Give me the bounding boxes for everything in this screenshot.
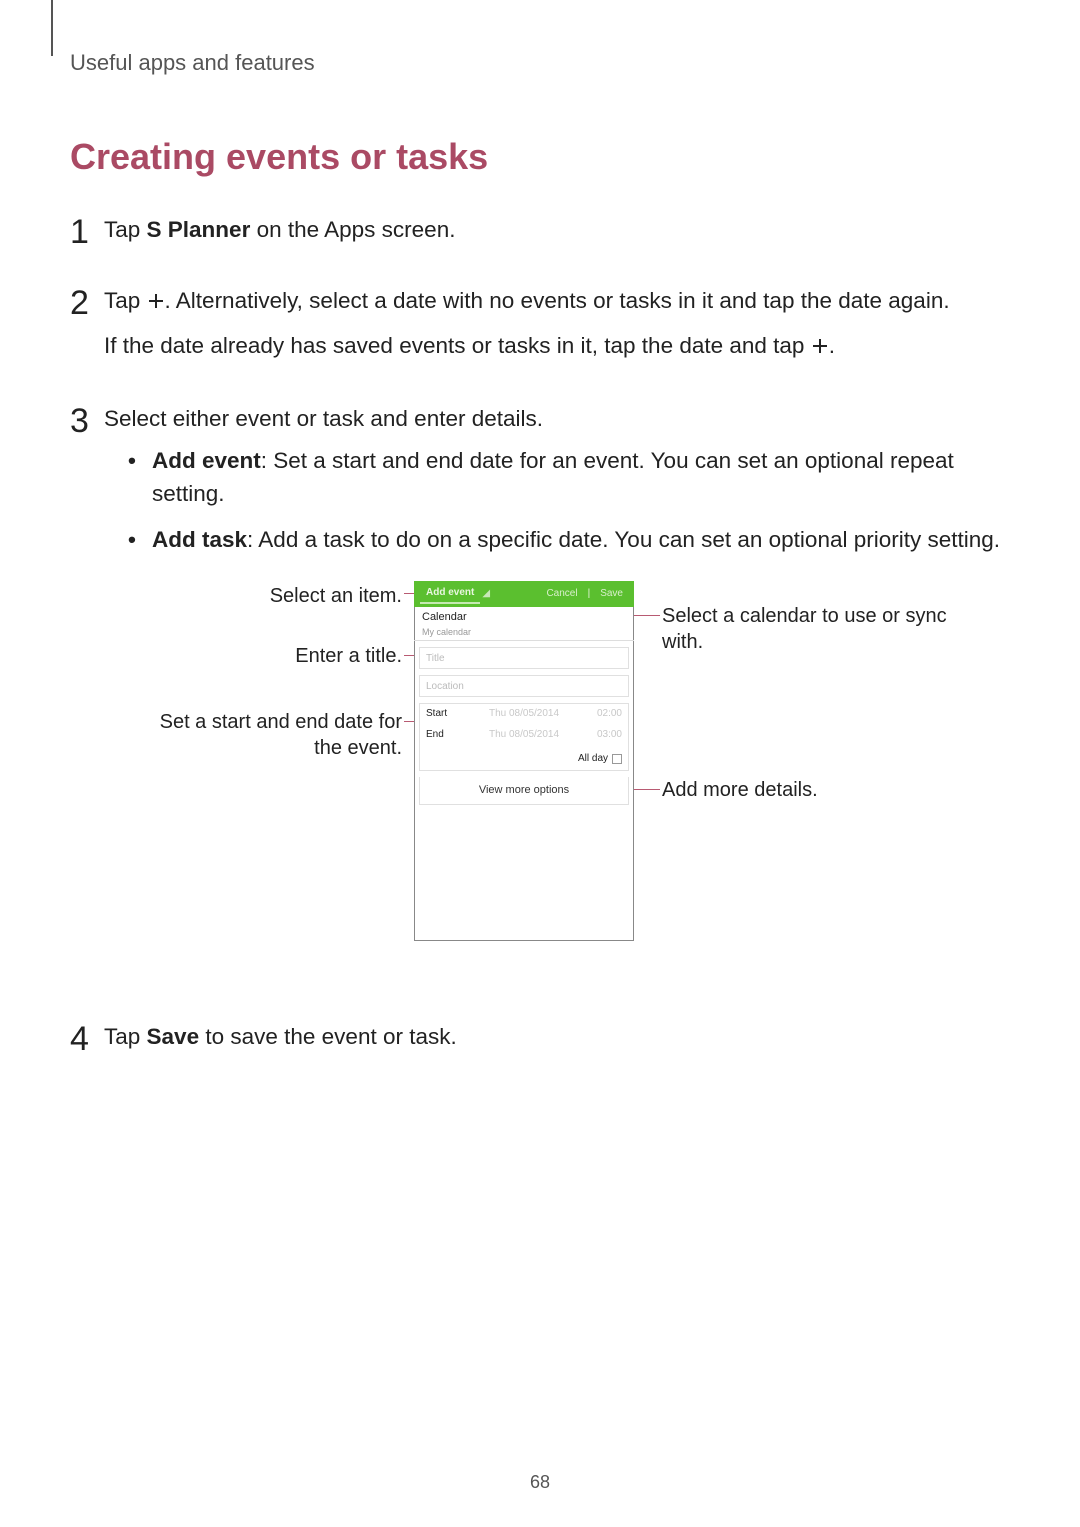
start-date: Thu 08/05/2014	[466, 707, 582, 722]
save-button[interactable]: Save	[595, 587, 628, 602]
allday-toggle[interactable]: All day	[578, 752, 622, 767]
breadcrumb: Useful apps and features	[70, 50, 1010, 76]
step-2-p2: If the date already has saved events or …	[104, 330, 1010, 365]
calendar-picker[interactable]: Calendar My calendar	[414, 607, 634, 641]
page: Useful apps and features Creating events…	[0, 0, 1080, 1527]
step-2: 2 Tap . Alternatively, select a date wit…	[70, 285, 1010, 374]
cancel-button[interactable]: Cancel	[541, 587, 582, 602]
tab-add-event[interactable]: Add event	[420, 584, 480, 605]
callout-select-item: Select an item.	[132, 583, 402, 609]
step-4: 4 Tap Save to save the event or task.	[70, 1021, 1010, 1064]
callout-set-dates: Set a start and end date for the event.	[132, 709, 402, 761]
callout-select-calendar: Select a calendar to use or sync with.	[662, 603, 972, 655]
checkbox-icon	[612, 754, 622, 764]
step-4-text: Tap Save to save the event or task.	[104, 1021, 1010, 1054]
step-number: 2	[70, 279, 104, 374]
step-1: 1 Tap S Planner on the Apps screen.	[70, 214, 1010, 257]
text: .	[829, 333, 835, 358]
bullet-text: : Add a task to do on a specific date. Y…	[247, 527, 1000, 552]
page-number: 68	[0, 1472, 1080, 1493]
bullet-label: Add event	[152, 448, 261, 473]
step-2-p1: Tap . Alternatively, select a date with …	[104, 285, 1010, 320]
text: Tap	[104, 1024, 147, 1049]
title-input[interactable]: Title	[419, 647, 629, 669]
steps-list: 1 Tap S Planner on the Apps screen. 2 Ta…	[70, 214, 1010, 1064]
end-date: Thu 08/05/2014	[466, 728, 582, 743]
view-more-options[interactable]: View more options	[419, 777, 629, 805]
text: Tap	[104, 288, 147, 313]
start-row[interactable]: Start Thu 08/05/2014 02:00	[420, 704, 628, 725]
bullet-add-task: Add task: Add a task to do on a specific…	[128, 524, 1010, 557]
start-label: Start	[426, 707, 460, 722]
location-input[interactable]: Location	[419, 675, 629, 697]
screenshot-diagram: Select an item. Enter a title. Set a sta…	[132, 575, 982, 975]
step-1-text: Tap S Planner on the Apps screen.	[104, 214, 1010, 247]
save-label: Save	[147, 1024, 200, 1049]
binding-mark	[51, 0, 53, 56]
step-3-lead: Select either event or task and enter de…	[104, 403, 1010, 436]
allday-label: All day	[578, 752, 608, 767]
divider: |	[583, 587, 596, 602]
bullets: Add event: Set a start and end date for …	[128, 445, 1010, 557]
bullet-add-event: Add event: Set a start and end date for …	[128, 445, 1010, 510]
start-time: 02:00	[588, 707, 622, 722]
end-time: 03:00	[588, 728, 622, 743]
phone-topbar: Add event ◢ Cancel | Save	[414, 581, 634, 607]
phone-screenshot: Add event ◢ Cancel | Save Calendar My ca…	[414, 581, 634, 941]
bullet-text: : Set a start and end date for an event.…	[152, 448, 954, 506]
datetime-box: Start Thu 08/05/2014 02:00 End Thu 08/05…	[419, 703, 629, 771]
end-label: End	[426, 728, 460, 743]
text: If the date already has saved events or …	[104, 333, 811, 358]
callout-add-more: Add more details.	[662, 777, 942, 803]
text: on the Apps screen.	[250, 217, 455, 242]
section-heading: Creating events or tasks	[70, 136, 1010, 178]
step-number: 3	[70, 397, 104, 994]
tab-indicator-icon: ◢	[482, 587, 490, 602]
step-number: 4	[70, 1015, 104, 1064]
leader-line	[634, 615, 660, 616]
step-number: 1	[70, 208, 104, 257]
text: . Alternatively, select a date with no e…	[165, 288, 950, 313]
plus-icon	[811, 332, 829, 365]
callout-enter-title: Enter a title.	[132, 643, 402, 669]
text: to save the event or task.	[199, 1024, 457, 1049]
text: Tap	[104, 217, 147, 242]
calendar-value: My calendar	[422, 626, 626, 639]
calendar-label: Calendar	[422, 610, 626, 626]
step-3: 3 Select either event or task and enter …	[70, 403, 1010, 994]
plus-icon	[147, 287, 165, 320]
bullet-label: Add task	[152, 527, 247, 552]
end-row[interactable]: End Thu 08/05/2014 03:00	[420, 725, 628, 746]
app-name: S Planner	[147, 217, 251, 242]
